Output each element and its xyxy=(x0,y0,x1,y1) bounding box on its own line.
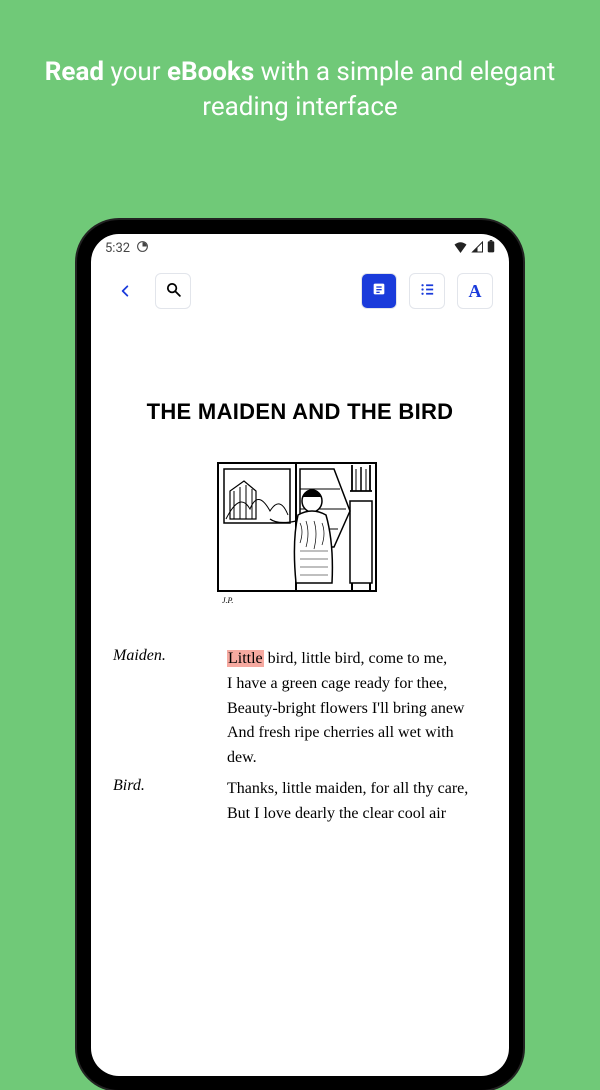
speech-text[interactable]: Thanks, little maiden, for all thy care,… xyxy=(227,777,487,827)
speaker-label: Maiden. xyxy=(113,647,211,771)
speaker-label: Bird. xyxy=(113,777,211,827)
status-time: 5:32 xyxy=(105,241,130,256)
book-illustration: J.P. xyxy=(200,451,400,611)
clock-icon xyxy=(136,240,149,257)
highlighted-word[interactable]: Little xyxy=(227,650,264,667)
chapter-title: THE MAIDEN AND THE BIRD xyxy=(113,399,487,425)
reader-toolbar: A xyxy=(91,259,509,323)
promo-headline: Read your eBooks with a simple and elega… xyxy=(0,0,600,125)
wifi-icon xyxy=(453,241,468,257)
page-icon xyxy=(371,281,387,301)
battery-icon xyxy=(487,240,495,257)
speech-text[interactable]: Little bird, little bird, come to me, I … xyxy=(227,647,487,771)
search-icon xyxy=(165,281,182,302)
search-button[interactable] xyxy=(155,273,191,309)
reader-content[interactable]: THE MAIDEN AND THE BIRD xyxy=(91,323,509,1076)
status-bar: 5:32 xyxy=(91,234,509,259)
svg-text:J.P.: J.P. xyxy=(222,596,233,605)
phone-screen: 5:32 xyxy=(91,234,509,1076)
font-icon: A xyxy=(469,281,482,302)
contents-button[interactable] xyxy=(409,273,445,309)
back-button[interactable] xyxy=(107,273,143,309)
list-icon xyxy=(419,281,436,302)
typography-button[interactable]: A xyxy=(457,273,493,309)
signal-icon xyxy=(471,241,484,257)
phone-frame: 5:32 xyxy=(77,220,523,1090)
dialogue-block: Maiden. Little bird, little bird, come t… xyxy=(113,647,487,827)
reading-mode-button[interactable] xyxy=(361,273,397,309)
